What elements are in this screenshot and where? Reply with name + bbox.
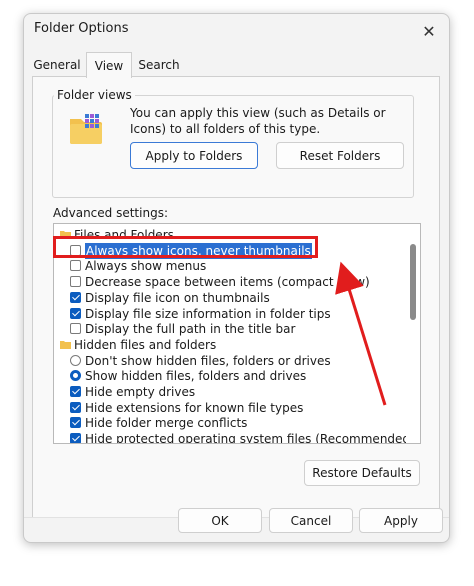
checkbox-row[interactable]: Hide folder merge conflicts: [54, 415, 404, 431]
checkbox-row[interactable]: Decrease space between items (compact vi…: [54, 274, 404, 290]
row-label: Decrease space between items (compact vi…: [85, 275, 370, 290]
row-label: Hidden files and folders: [74, 337, 217, 352]
checkbox-row[interactable]: Display file icon on thumbnails: [54, 290, 404, 306]
row-label: Display file icon on thumbnails: [85, 290, 270, 305]
folder-view-icon: [70, 114, 102, 144]
close-icon: ✕: [422, 21, 436, 41]
tab-general[interactable]: General: [32, 54, 82, 76]
checkbox-row[interactable]: Hide empty drives: [54, 384, 404, 400]
folder-icon: [60, 340, 71, 349]
radio-button[interactable]: [70, 370, 81, 382]
row-label: Show hidden files, folders and drives: [85, 369, 307, 384]
folder-options-window: Folder Options ✕ General View Search Fol…: [23, 13, 450, 543]
checkbox[interactable]: [70, 386, 81, 397]
row-label: Hide folder merge conflicts: [85, 416, 248, 431]
apply-button[interactable]: Apply: [359, 508, 443, 533]
tab-search[interactable]: Search: [134, 54, 184, 76]
ok-button[interactable]: OK: [178, 508, 262, 533]
annotation-highlight-box: [53, 236, 318, 258]
row-label: Don't show hidden files, folders or driv…: [85, 353, 331, 368]
scrollbar-thumb[interactable]: [410, 244, 416, 320]
folder-views-label: Folder views: [54, 88, 135, 102]
radio-row[interactable]: Don't show hidden files, folders or driv…: [54, 353, 404, 369]
checkbox-row[interactable]: Display file size information in folder …: [54, 306, 404, 322]
row-label: Display file size information in folder …: [85, 306, 331, 321]
restore-defaults-button[interactable]: Restore Defaults: [304, 460, 420, 486]
checkbox-row[interactable]: Always show menus: [54, 258, 404, 274]
row-label: Hide empty drives: [85, 385, 196, 399]
checkbox[interactable]: [70, 401, 81, 413]
row-label: Display the full path in the title bar: [85, 322, 296, 337]
advanced-settings-label: Advanced settings:: [53, 206, 168, 220]
checkbox[interactable]: [70, 417, 81, 429]
checkbox-row[interactable]: Hide protected operating system files (R…: [54, 431, 415, 443]
window-title: Folder Options: [34, 21, 129, 36]
checkbox[interactable]: [70, 433, 81, 443]
row-label: Hide extensions for known file types: [85, 400, 304, 415]
checkbox[interactable]: [70, 323, 81, 335]
radio-row[interactable]: Show hidden files, folders and drives: [54, 368, 404, 384]
folder-views-description: You can apply this view (such as Details…: [130, 106, 386, 136]
row-label: Always show menus: [85, 259, 207, 274]
tab-view[interactable]: View: [86, 52, 132, 78]
reset-folders-button[interactable]: Reset Folders: [276, 142, 404, 169]
checkbox[interactable]: [70, 291, 81, 303]
checkbox[interactable]: [70, 307, 81, 319]
checkbox-row[interactable]: Display the full path in the title bar: [54, 321, 404, 337]
title-bar: Folder Options ✕: [24, 14, 449, 48]
row-label: Hide protected operating system files (R…: [85, 432, 415, 444]
radio-button[interactable]: [70, 354, 81, 366]
checkbox-row[interactable]: Hide extensions for known file types: [54, 400, 404, 416]
checkbox[interactable]: [70, 260, 81, 272]
apply-to-folders-button[interactable]: Apply to Folders: [130, 142, 258, 169]
tree-folder-row: Hidden files and folders: [54, 337, 404, 353]
checkbox[interactable]: [70, 276, 81, 288]
scrollbar[interactable]: [406, 224, 420, 443]
cancel-button[interactable]: Cancel: [269, 508, 353, 533]
close-button[interactable]: ✕: [409, 14, 449, 48]
